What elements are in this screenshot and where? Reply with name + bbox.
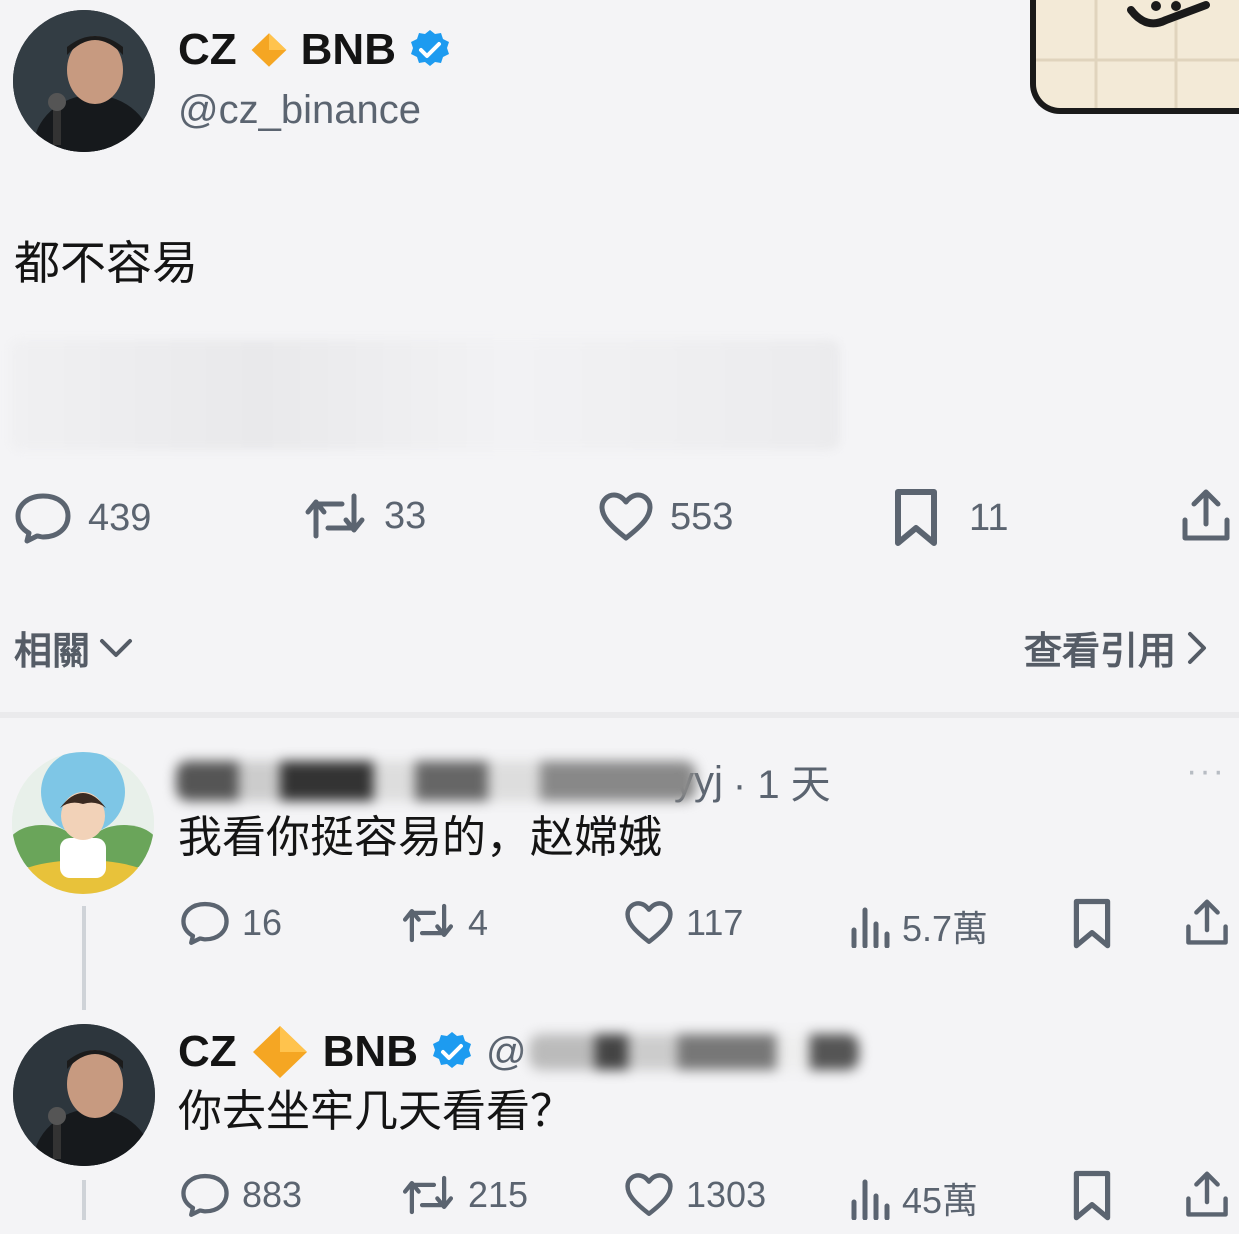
reply2-text: 你去坐牢几天看看？: [178, 1087, 574, 1136]
reply1-like-action[interactable]: 117: [624, 900, 743, 946]
view-quotes-link[interactable]: 查看引用: [1024, 620, 1208, 675]
bnb-diamond-icon: [251, 33, 287, 67]
thread-line-2: [82, 1180, 86, 1220]
name-suffix: BNB: [300, 25, 396, 74]
blurred-media: [10, 340, 840, 450]
reply1-view-count: 5.7萬: [902, 908, 989, 949]
verified-badge-icon: [410, 30, 449, 66]
more-options-icon[interactable]: ···: [1186, 752, 1226, 791]
reply-action[interactable]: 439: [14, 492, 151, 544]
comment-icon: [15, 493, 71, 544]
reply2-handle-start: @: [485, 1030, 527, 1074]
reply1-bookmark-button[interactable]: [1072, 898, 1112, 955]
reply1-repost-action[interactable]: 4: [400, 902, 488, 944]
reply1-like-count: 117: [686, 902, 744, 943]
repost-icon: [402, 1175, 454, 1215]
reply1-views-action[interactable]: 5.7萬: [850, 900, 988, 952]
reply2-views-action[interactable]: 45萬: [850, 1172, 978, 1224]
user-handle[interactable]: @cz_binance: [178, 88, 421, 133]
name-prefix: CZ: [178, 25, 237, 74]
related-label: 相關: [14, 631, 91, 673]
corner-sticker: [1030, 0, 1239, 114]
reply2-repost-count: 215: [468, 1174, 529, 1215]
bookmark-icon: [1073, 898, 1111, 949]
bookmark-icon: [1073, 1170, 1111, 1221]
reply1-share-button[interactable]: [1184, 898, 1230, 953]
blurred-handle: [528, 1034, 859, 1070]
reply2-display-name[interactable]: CZ BNB @: [178, 1024, 859, 1080]
reply1-reply-count: 16: [242, 902, 283, 943]
verified-badge-icon: [432, 1032, 471, 1068]
reply2-view-count: 45萬: [902, 1180, 979, 1221]
share-icon: [1182, 489, 1230, 541]
share-icon: [1186, 899, 1228, 945]
repost-icon: [305, 493, 365, 539]
comment-icon: [181, 901, 229, 945]
comment-icon: [181, 1173, 229, 1217]
chevron-down-icon: [100, 638, 133, 657]
reply2-reply-action[interactable]: 883: [180, 1172, 302, 1218]
heart-icon: [625, 1173, 673, 1216]
display-name[interactable]: CZ BNB: [178, 28, 452, 72]
bnb-diamond-icon: [252, 1026, 307, 1078]
bookmark-icon: [895, 489, 937, 546]
reply2-like-action[interactable]: 1303: [624, 1172, 766, 1218]
reply2-bookmark-button[interactable]: [1072, 1170, 1112, 1227]
share-button[interactable]: [1180, 488, 1232, 549]
heart-icon: [625, 901, 673, 944]
avatar[interactable]: [13, 10, 155, 152]
thread-line: [82, 906, 86, 1010]
blurred-author-name: [176, 761, 696, 801]
reply2-avatar[interactable]: [13, 1024, 155, 1166]
post-text: 都不容易: [14, 237, 198, 289]
related-sort-dropdown[interactable]: 相關: [14, 620, 134, 675]
section-divider: [0, 712, 1239, 718]
reply1-author[interactable]: yyj · 1 天: [176, 752, 831, 810]
bookmark-action[interactable]: 11: [893, 488, 1008, 548]
views-icon: [851, 907, 890, 948]
reply-count: 439: [88, 496, 152, 539]
repost-icon: [402, 903, 454, 943]
reply1-reply-action[interactable]: 16: [180, 900, 282, 946]
repost-action[interactable]: 33: [302, 492, 426, 540]
views-icon: [851, 1179, 890, 1220]
reply-avatar[interactable]: [12, 752, 154, 894]
reply2-name-prefix: CZ: [178, 1027, 237, 1076]
share-icon: [1186, 1171, 1228, 1217]
reply2-share-button[interactable]: [1184, 1170, 1230, 1225]
reply2-name-suffix: BNB: [322, 1027, 418, 1076]
like-action[interactable]: 553: [598, 492, 733, 542]
reply2-repost-action[interactable]: 215: [400, 1174, 528, 1216]
repost-count: 33: [384, 494, 427, 537]
reply2-like-count: 1303: [686, 1174, 767, 1215]
reply1-text: 我看你挺容易的，赵嫦娥: [178, 813, 662, 862]
heart-icon: [599, 492, 653, 541]
chevron-right-icon: [1188, 631, 1207, 664]
reply1-repost-count: 4: [468, 902, 489, 943]
like-count: 553: [670, 495, 734, 538]
reply2-reply-count: 883: [242, 1174, 303, 1215]
bookmark-count: 11: [969, 496, 1009, 539]
reply1-time: · 1 天: [732, 763, 831, 807]
view-quotes-label: 查看引用: [1024, 631, 1177, 673]
